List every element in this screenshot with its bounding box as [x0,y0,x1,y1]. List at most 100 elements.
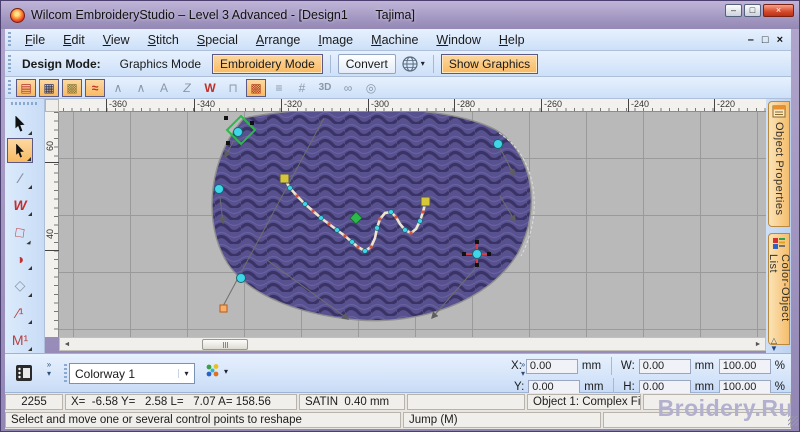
embroidery-design[interactable] [59,112,766,337]
motif-fill-icon[interactable]: ▩ [62,78,82,97]
left-toolbox: ∕ W □ ◑ ◇ ∕¹ M¹ [5,99,45,353]
show-graphics-button[interactable]: Show Graphics [440,53,539,74]
wave-effect-icon[interactable]: W [200,79,220,97]
orange-node-marker[interactable] [219,304,228,313]
scroll-left-icon[interactable]: ◄ [60,341,74,348]
colorway-select[interactable]: Colorway 1 ▾ [69,363,195,384]
contour-lines-icon[interactable]: ≡ [269,79,289,97]
toolbar-grip[interactable] [10,102,39,105]
menu-window[interactable]: Window [427,32,489,48]
ruler-tick: -220 [714,99,735,112]
input-c-icon[interactable]: A [154,79,174,97]
x-input[interactable]: 0.00 [525,358,578,374]
maximize-button[interactable]: □ [744,4,761,17]
machine-format-button[interactable]: ▾ [398,54,428,74]
combo-dropdown-icon[interactable]: ▾ [178,369,194,378]
color-palette-button[interactable]: ▾ [205,363,228,379]
horizontal-scrollbar[interactable]: ◄ ► [59,337,766,351]
menu-arrange[interactable]: Arrange [247,32,309,48]
ruler-tick: -300 [368,99,389,112]
scale-x-input[interactable]: 100.00 [718,358,771,374]
dropdown-arrow-icon: ▾ [420,59,425,68]
closed-shape-tool[interactable]: □ [5,217,34,245]
mdi-close-button[interactable]: × [777,34,783,46]
current-mode: Jump (M) [403,412,601,428]
lettering-tool[interactable]: W [7,192,33,217]
knife-tool[interactable]: ∕ [7,165,33,190]
stitch-type: SATIN 0.40 mm [299,394,405,410]
scroll-right-icon[interactable]: ► [751,341,765,348]
w-unit: mm [694,360,714,372]
toolbar-grip[interactable] [8,54,11,73]
design-mode-label: Design Mode: [22,56,101,71]
scale-x-percent: % [774,360,785,372]
3d-effect-icon[interactable]: 3D [315,79,335,97]
toolbar-grip[interactable] [8,32,11,47]
x-label: X: [511,360,522,372]
toolbar-overflow[interactable]: » ▾ [43,360,55,378]
close-button[interactable]: × [763,4,794,17]
ruler-tick: 60 [45,141,59,163]
object-properties-icon [772,105,786,118]
w-label: W: [620,360,635,372]
skew-icon[interactable]: Z [177,79,197,97]
vertical-ruler: 60 40 [45,112,59,337]
polyline-tool[interactable]: M¹ [7,327,33,352]
panel-scroll-down-icon[interactable]: ▼ [770,345,778,353]
color-object-list-icon [773,237,785,249]
tab-label: Color-Object List [767,253,791,322]
tab-color-object-list[interactable]: Color-Object List [767,233,791,345]
design-canvas[interactable] [59,112,766,337]
open-line-tool[interactable]: ∕¹ [7,300,33,325]
star-shape-tool[interactable]: ◇ [7,273,33,298]
menu-special[interactable]: Special [188,32,247,48]
trapunto-icon[interactable]: ◎ [361,79,381,97]
zigzag-fill-icon[interactable]: ≈ [85,78,105,97]
select-tool[interactable] [7,111,33,136]
reshape-tool[interactable] [7,138,33,163]
mdi-restore-button[interactable]: □ [762,34,769,46]
fancy-fill-icon[interactable]: # [292,79,312,97]
colorway-editor-button[interactable] [11,360,37,386]
mdi-minimize-button[interactable]: – [748,34,754,46]
horizontal-ruler: -360 -340 -320 -300 -280 -260 -240 -220 [59,99,766,112]
ruler-origin-button[interactable] [45,99,59,112]
scrollbar-thumb[interactable] [202,339,248,350]
menu-machine[interactable]: Machine [362,32,427,48]
docker-tab-strip: Object Properties Color-Object List △ ▼ [766,99,791,353]
convert-button[interactable]: Convert [337,53,396,74]
menu-edit[interactable]: Edit [54,32,94,48]
circle-object-tool[interactable]: ◑ [7,246,33,271]
ruler-tick: -260 [541,99,562,112]
graphics-mode-button[interactable]: Graphics Mode [113,55,208,73]
toolbar-grip[interactable] [8,80,11,95]
object-info: Object 1: Complex Fill [527,394,641,410]
menu-view[interactable]: View [94,32,139,48]
dropdown-arrow-icon: ▾ [224,366,229,376]
menu-file[interactable]: File [16,32,54,48]
complex-fill-object[interactable] [211,112,533,322]
program-split-icon[interactable]: ▩ [246,78,266,97]
step-effect-icon[interactable]: ⊓ [223,79,243,97]
resize-grip[interactable] [788,416,798,426]
embroidery-mode-button[interactable]: Embroidery Mode [212,53,323,74]
menu-stitch[interactable]: Stitch [139,32,188,48]
menu-image[interactable]: Image [309,32,362,48]
parallel-fill-icon[interactable]: ▤ [16,78,36,97]
minimize-button[interactable]: – [725,4,742,17]
ruler-tick: -280 [454,99,475,112]
ruler-tick: -340 [194,99,215,112]
y-label: Y: [514,381,525,393]
tatami-fill-icon[interactable]: ▦ [39,78,59,97]
status-spacer [407,394,525,410]
input-b-icon[interactable]: ∧ [131,79,151,97]
globe-icon [402,55,418,72]
w-input[interactable]: 0.00 [638,358,691,374]
h-label: H: [623,381,635,393]
input-a-icon[interactable]: ∧ [108,79,128,97]
tab-object-properties[interactable]: Object Properties [768,101,790,227]
menu-help[interactable]: Help [490,32,534,48]
toolbar-grip[interactable] [64,364,67,384]
application-window: Wilcom EmbroideryStudio – Level 3 Advanc… [0,0,800,432]
effects-glasses-icon[interactable]: ∞ [338,79,358,97]
